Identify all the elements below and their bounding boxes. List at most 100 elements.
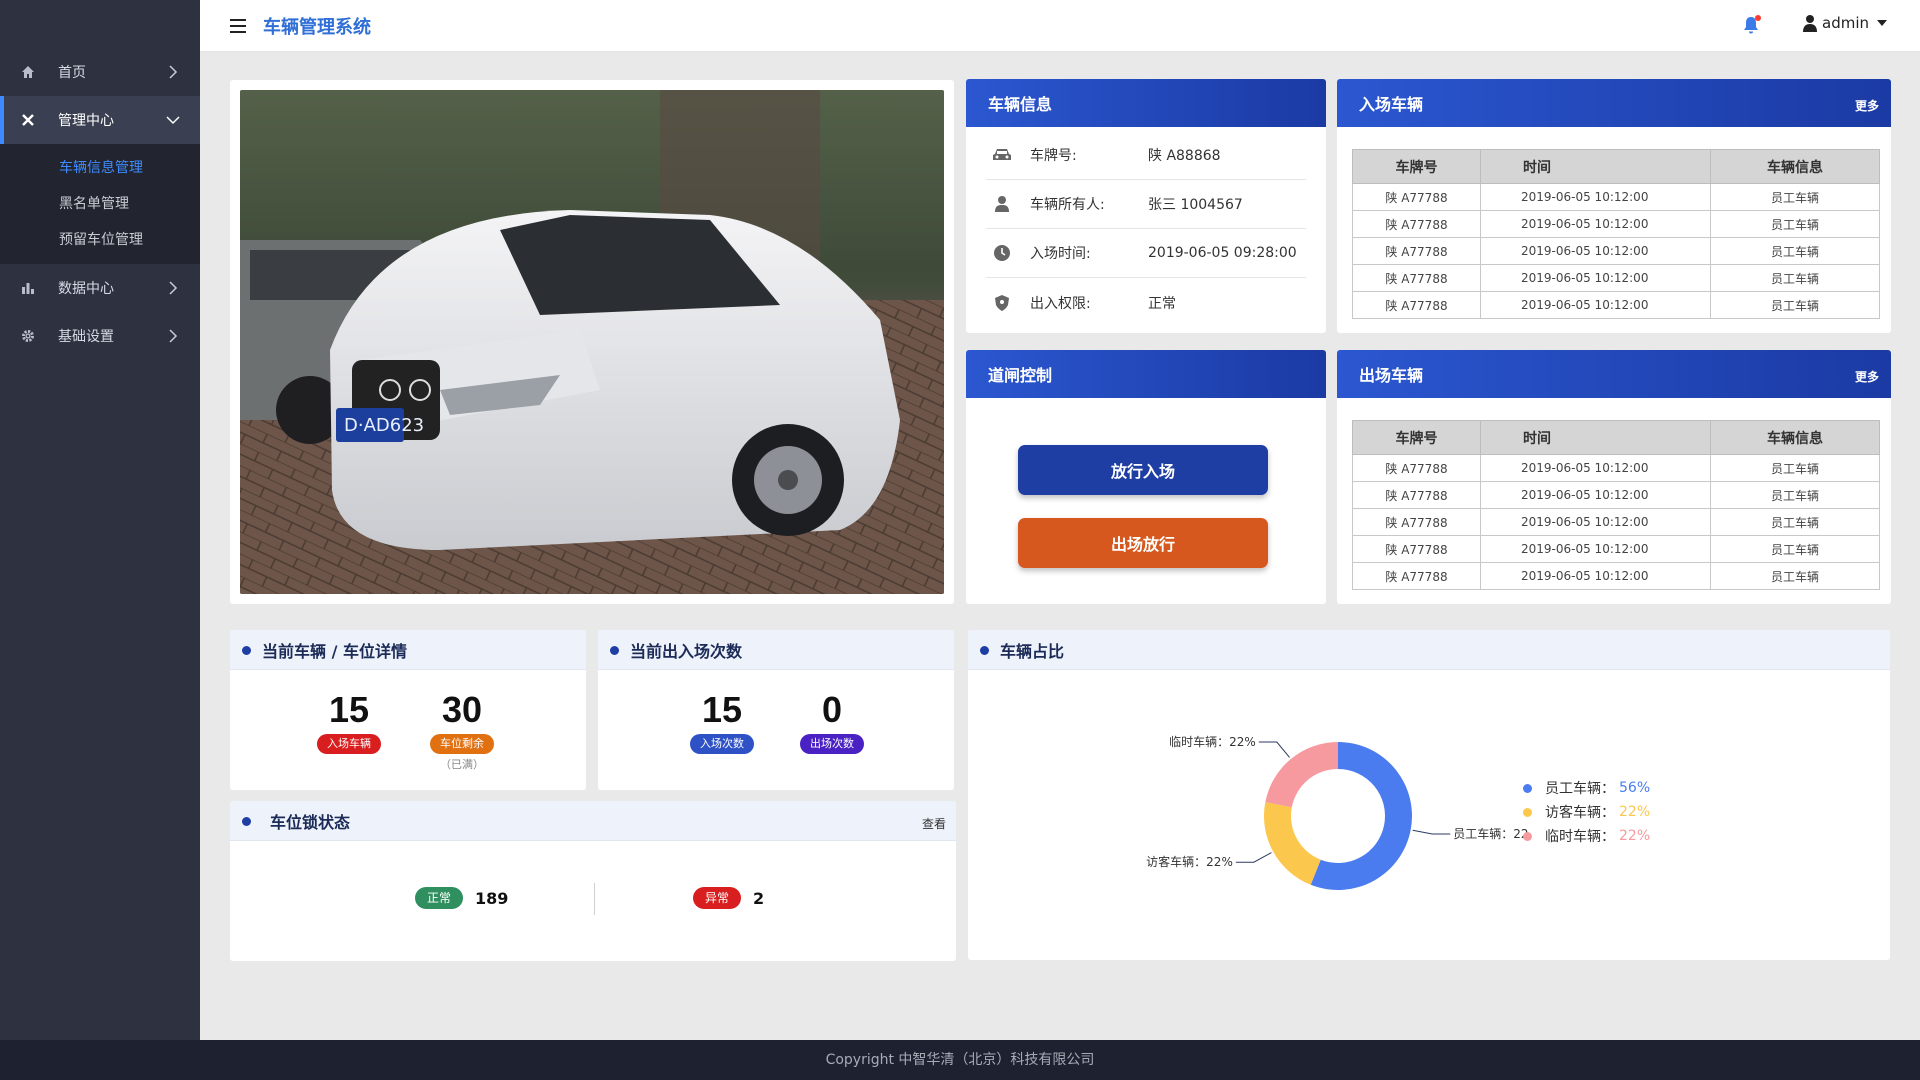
exit-more-link[interactable]: 更多 <box>1855 368 1879 385</box>
cell-plate: 陕 A77788 <box>1352 291 1481 319</box>
cell-plate: 陕 A77788 <box>1352 454 1481 482</box>
cell-time: 2019-06-05 10:12:00 <box>1480 508 1711 536</box>
legend-name: 临时车辆： <box>1545 829 1615 845</box>
cell-plate: 陕 A77788 <box>1352 562 1481 590</box>
bullet-dot <box>980 646 989 655</box>
view-link[interactable]: 查看 <box>922 815 946 832</box>
allow-exit-button[interactable]: 出场放行 <box>1018 518 1268 568</box>
person-icon <box>995 196 1009 212</box>
table-row: 陕 A77788 2019-06-05 10:12:00 员工车辆 <box>1352 183 1880 211</box>
sidebar-item-data[interactable]: 数据中心 <box>0 264 200 312</box>
bullet-dot <box>242 817 251 826</box>
gate-control-title: 道闸控制 <box>966 350 1326 398</box>
info-label: 车辆所有人: <box>1030 197 1105 213</box>
svg-text:D·AD623: D·AD623 <box>344 415 424 436</box>
cell-plate: 陕 A77788 <box>1352 508 1481 536</box>
exit-vehicles-card: 出场车辆 更多 车牌号 时间 车辆信息 陕 A77788 2019-06-05 1… <box>1337 350 1891 604</box>
current-vehicles-title: 当前车辆 / 车位详情 <box>262 641 407 661</box>
lock-abnormal: 异常 2 <box>693 887 764 909</box>
exit-vehicles-title: 出场车辆 更多 <box>1337 350 1891 398</box>
clock-icon <box>994 245 1010 261</box>
sidebar-item-label: 管理中心 <box>58 113 114 129</box>
pill-badge: 异常 <box>693 887 742 909</box>
entry-vehicles-title: 入场车辆 更多 <box>1337 79 1891 127</box>
sidebar-item-home[interactable]: 首页 <box>0 48 200 96</box>
pill-badge: 入场次数 <box>690 734 754 754</box>
info-value: 正常 <box>1148 295 1176 312</box>
sidebar-item-management[interactable]: 管理中心 <box>0 96 200 144</box>
cell-plate: 陕 A77788 <box>1352 535 1481 563</box>
label-leader-line-0 <box>1412 829 1451 835</box>
notification-bell-icon[interactable] <box>1742 15 1761 35</box>
stat-number: 0 <box>821 689 843 730</box>
lock-count: 189 <box>475 888 509 908</box>
info-label: 车牌号: <box>1030 148 1077 164</box>
camera-snapshot-card: D·AD623 <box>230 80 954 604</box>
cell-type: 员工车辆 <box>1710 562 1880 590</box>
label-leader-line-1 <box>1235 852 1272 863</box>
current-vehicles-header: 当前车辆 / 车位详情 <box>230 630 586 670</box>
sidebar-item-label: 基础设置 <box>58 329 114 345</box>
vehicle-ratio-chart: 员工车辆：22% 访客车辆：22% 临时车辆：22% <box>1146 734 1528 890</box>
legend-dot <box>1523 783 1532 793</box>
cell-plate: 陕 A77788 <box>1352 481 1481 509</box>
cell-plate: 陕 A77788 <box>1352 237 1481 265</box>
space-lock-title: 车位锁状态 <box>270 812 351 832</box>
col-header: 时间 <box>1480 420 1711 455</box>
vehicle-photo: D·AD623 <box>240 90 944 594</box>
cell-time: 2019-06-05 10:12:00 <box>1480 535 1711 563</box>
vehicle-info-title: 车辆信息 <box>966 79 1326 127</box>
allow-entry-button[interactable]: 放行入场 <box>1018 445 1268 495</box>
cell-time: 2019-06-05 10:12:00 <box>1480 210 1711 238</box>
sidebar-item-label: 数据中心 <box>58 281 114 297</box>
info-row-permission: 出入权限: 正常 <box>986 278 1306 327</box>
table-row: 陕 A77788 2019-06-05 10:12:00 员工车辆 <box>1352 481 1880 509</box>
info-row-owner: 车辆所有人: 张三 1004567 <box>986 180 1306 229</box>
sidebar: 首页 管理中心 车辆信息管理 黑名单管理 预留车位管理 数据中心 基础设置 <box>0 0 200 1040</box>
col-header: 车牌号 <box>1352 420 1481 455</box>
pill-badge: 正常 <box>415 887 464 909</box>
sidebar-subitem-reserved-spaces[interactable]: 预留车位管理 <box>0 222 200 258</box>
legend-value: 22% <box>1619 828 1651 844</box>
sidebar-item-settings[interactable]: 基础设置 <box>0 312 200 360</box>
donut-slice-1 <box>1264 802 1321 885</box>
cell-type: 员工车辆 <box>1710 210 1880 238</box>
home-icon <box>20 64 36 80</box>
entry-more-link[interactable]: 更多 <box>1855 97 1879 114</box>
cell-time: 2019-06-05 10:12:00 <box>1480 183 1711 211</box>
user-menu[interactable]: admin <box>1802 14 1887 32</box>
exit-table: 车牌号 时间 车辆信息 陕 A77788 2019-06-05 10:12:00 员… <box>1352 420 1880 590</box>
legend-item: 员工车辆： 56% <box>1523 776 1650 800</box>
table-row: 陕 A77788 2019-06-05 10:12:00 员工车辆 <box>1352 291 1880 319</box>
cell-type: 员工车辆 <box>1710 237 1880 265</box>
gate-control-card: 道闸控制 放行入场 出场放行 <box>966 350 1326 604</box>
table-row: 陕 A77788 2019-06-05 10:12:00 员工车辆 <box>1352 535 1880 563</box>
donut-slice-2 <box>1265 742 1338 808</box>
menu-toggle-icon[interactable] <box>230 18 246 33</box>
chevron-right-icon <box>169 329 178 343</box>
sidebar-subitem-vehicle-info[interactable]: 车辆信息管理 <box>0 150 200 186</box>
space-lock-header: 车位锁状态 查看 <box>230 801 956 841</box>
stat-vehicles: 15 入场车辆 <box>309 690 389 754</box>
col-header: 车辆信息 <box>1710 420 1880 455</box>
divider <box>594 883 595 915</box>
vehicle-ratio-header: 车辆占比 <box>968 630 1890 670</box>
cell-type: 员工车辆 <box>1710 454 1880 482</box>
info-row-plate: 车牌号: 陕 A88868 <box>986 131 1306 180</box>
table-row: 陕 A77788 2019-06-05 10:12:00 员工车辆 <box>1352 237 1880 265</box>
slice-label-0: 员工车辆：22% <box>1453 826 1528 841</box>
user-icon <box>1803 15 1817 32</box>
legend-value: 56% <box>1619 780 1651 796</box>
topbar: 车辆管理系统 admin <box>200 0 1920 52</box>
entry-vehicles-card: 入场车辆 更多 车牌号 时间 车辆信息 陕 A77788 2019-06-05 1… <box>1337 79 1891 333</box>
sidebar-subitem-blacklist[interactable]: 黑名单管理 <box>0 186 200 222</box>
pill-badge: 入场车辆 <box>317 734 381 754</box>
legend-item: 临时车辆： 22% <box>1523 824 1650 848</box>
table-row: 陕 A77788 2019-06-05 10:12:00 员工车辆 <box>1352 562 1880 590</box>
stat-number: 15 <box>328 689 370 730</box>
cell-time: 2019-06-05 10:12:00 <box>1480 264 1711 292</box>
bar-chart-icon <box>20 280 36 296</box>
legend-name: 员工车辆： <box>1545 781 1615 797</box>
legend-name: 访客车辆： <box>1545 805 1615 821</box>
cell-plate: 陕 A77788 <box>1352 264 1481 292</box>
